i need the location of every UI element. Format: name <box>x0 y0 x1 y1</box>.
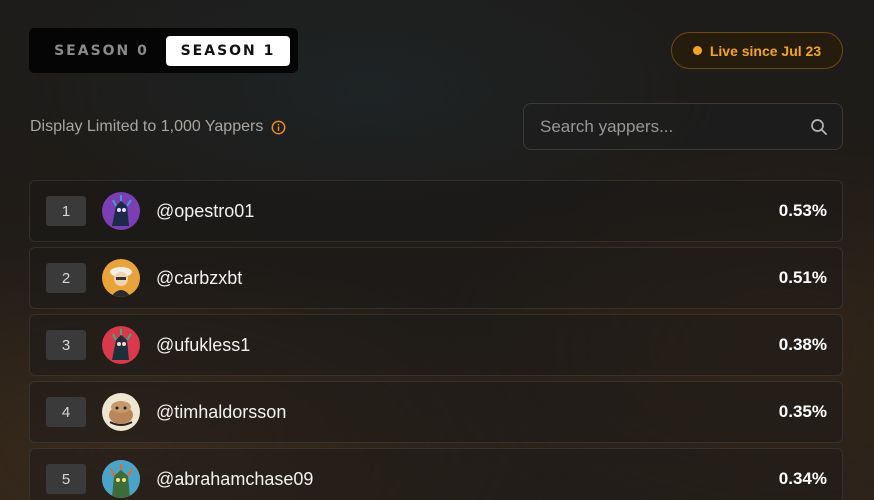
tab-season-0[interactable]: SEASON 0 <box>37 36 166 66</box>
leaderboard-row[interactable]: 5 @abrahamchase09 0.34% <box>29 448 843 500</box>
mindshare-percent: 0.53% <box>778 201 827 220</box>
mindshare-percent: 0.38% <box>778 335 827 354</box>
rank-badge: 5 <box>46 464 86 494</box>
leaderboard-row[interactable]: 4 @timhaldorsson 0.35% <box>29 381 843 443</box>
mindshare-percent: 0.34% <box>778 469 827 488</box>
display-limit-text: Display Limited to 1,000 Yappers <box>30 118 264 135</box>
tab-season-1[interactable]: SEASON 1 <box>166 35 290 66</box>
mindshare-percent: 0.51% <box>778 268 827 287</box>
avatar <box>102 259 140 297</box>
display-limit-note: Display Limited to 1,000 Yappers <box>30 117 286 137</box>
avatar <box>102 192 140 230</box>
yapper-handle[interactable]: @opestro01 <box>156 201 779 222</box>
avatar <box>102 460 140 498</box>
mindshare-percent: 0.35% <box>778 402 827 421</box>
yapper-handle[interactable]: @abrahamchase09 <box>156 469 779 490</box>
search-box <box>523 103 843 150</box>
search-icon[interactable] <box>810 118 828 136</box>
yapper-handle[interactable]: @ufukless1 <box>156 335 779 356</box>
avatar <box>102 393 140 431</box>
search-input[interactable] <box>540 116 810 137</box>
avatar <box>102 326 140 364</box>
live-dot-icon <box>692 46 702 55</box>
leaderboard-list: 1 @opestro01 0.53% 2 @carbzxbt 0.51% 3 @… <box>29 180 843 500</box>
rank-badge: 4 <box>46 397 86 427</box>
live-status-badge: Live since Jul 23 <box>671 32 843 69</box>
leaderboard-row[interactable]: 1 @opestro01 0.53% <box>29 180 843 242</box>
rank-badge: 1 <box>46 196 86 226</box>
rank-badge: 3 <box>46 330 86 360</box>
rank-badge: 2 <box>46 263 86 293</box>
leaderboard-row[interactable]: 2 @carbzxbt 0.51% <box>29 247 843 309</box>
live-status-label: Live since Jul 23 <box>709 42 822 59</box>
yapper-handle[interactable]: @timhaldorsson <box>156 402 779 423</box>
season-tabs: SEASON 0 SEASON 1 <box>29 28 298 73</box>
leaderboard-row[interactable]: 3 @ufukless1 0.38% <box>29 314 843 376</box>
info-icon[interactable] <box>271 120 286 135</box>
yapper-handle[interactable]: @carbzxbt <box>156 268 779 289</box>
